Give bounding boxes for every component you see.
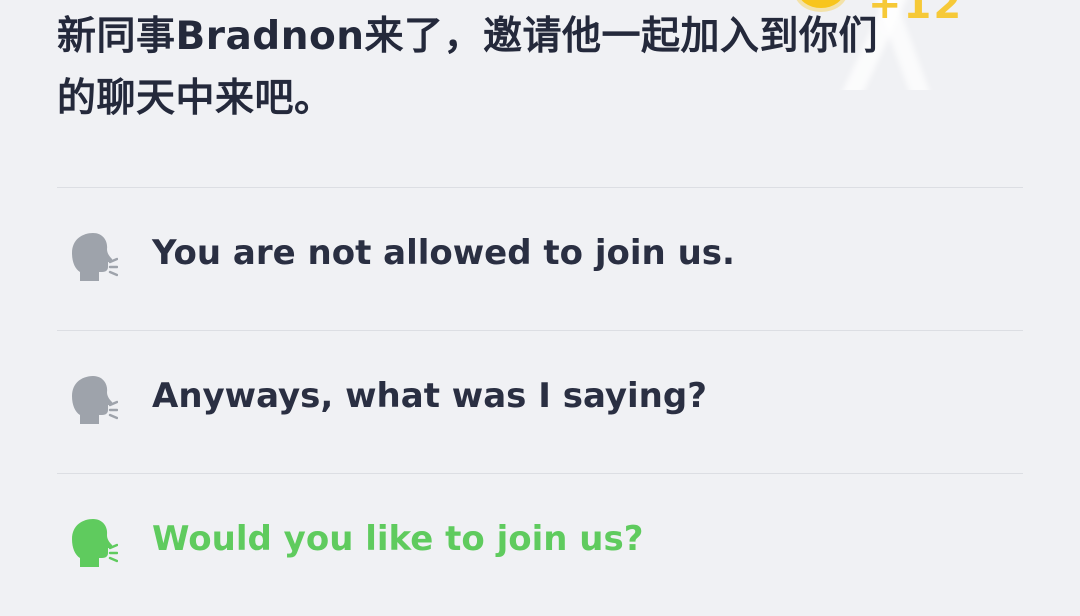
speaking-head-icon <box>72 519 118 567</box>
speaking-head-icon <box>72 376 118 424</box>
answer-option-2[interactable]: Anyways, what was I saying? <box>57 330 1023 473</box>
answer-option-label: Anyways, what was I saying? <box>152 376 707 416</box>
speaking-head-icon <box>72 233 118 281</box>
answer-option-3[interactable]: Would you like to join us? <box>57 473 1023 616</box>
answer-option-label: You are not allowed to join us. <box>152 233 735 273</box>
answer-option-1[interactable]: You are not allowed to join us. <box>57 187 1023 330</box>
exercise-prompt: 新同事Bradnon来了，邀请他一起加入到你们的聊天中来吧。 <box>57 14 879 121</box>
answer-options: You are not allowed to join us. Anyways,… <box>57 187 1023 616</box>
answer-option-label: Would you like to join us? <box>152 519 644 559</box>
